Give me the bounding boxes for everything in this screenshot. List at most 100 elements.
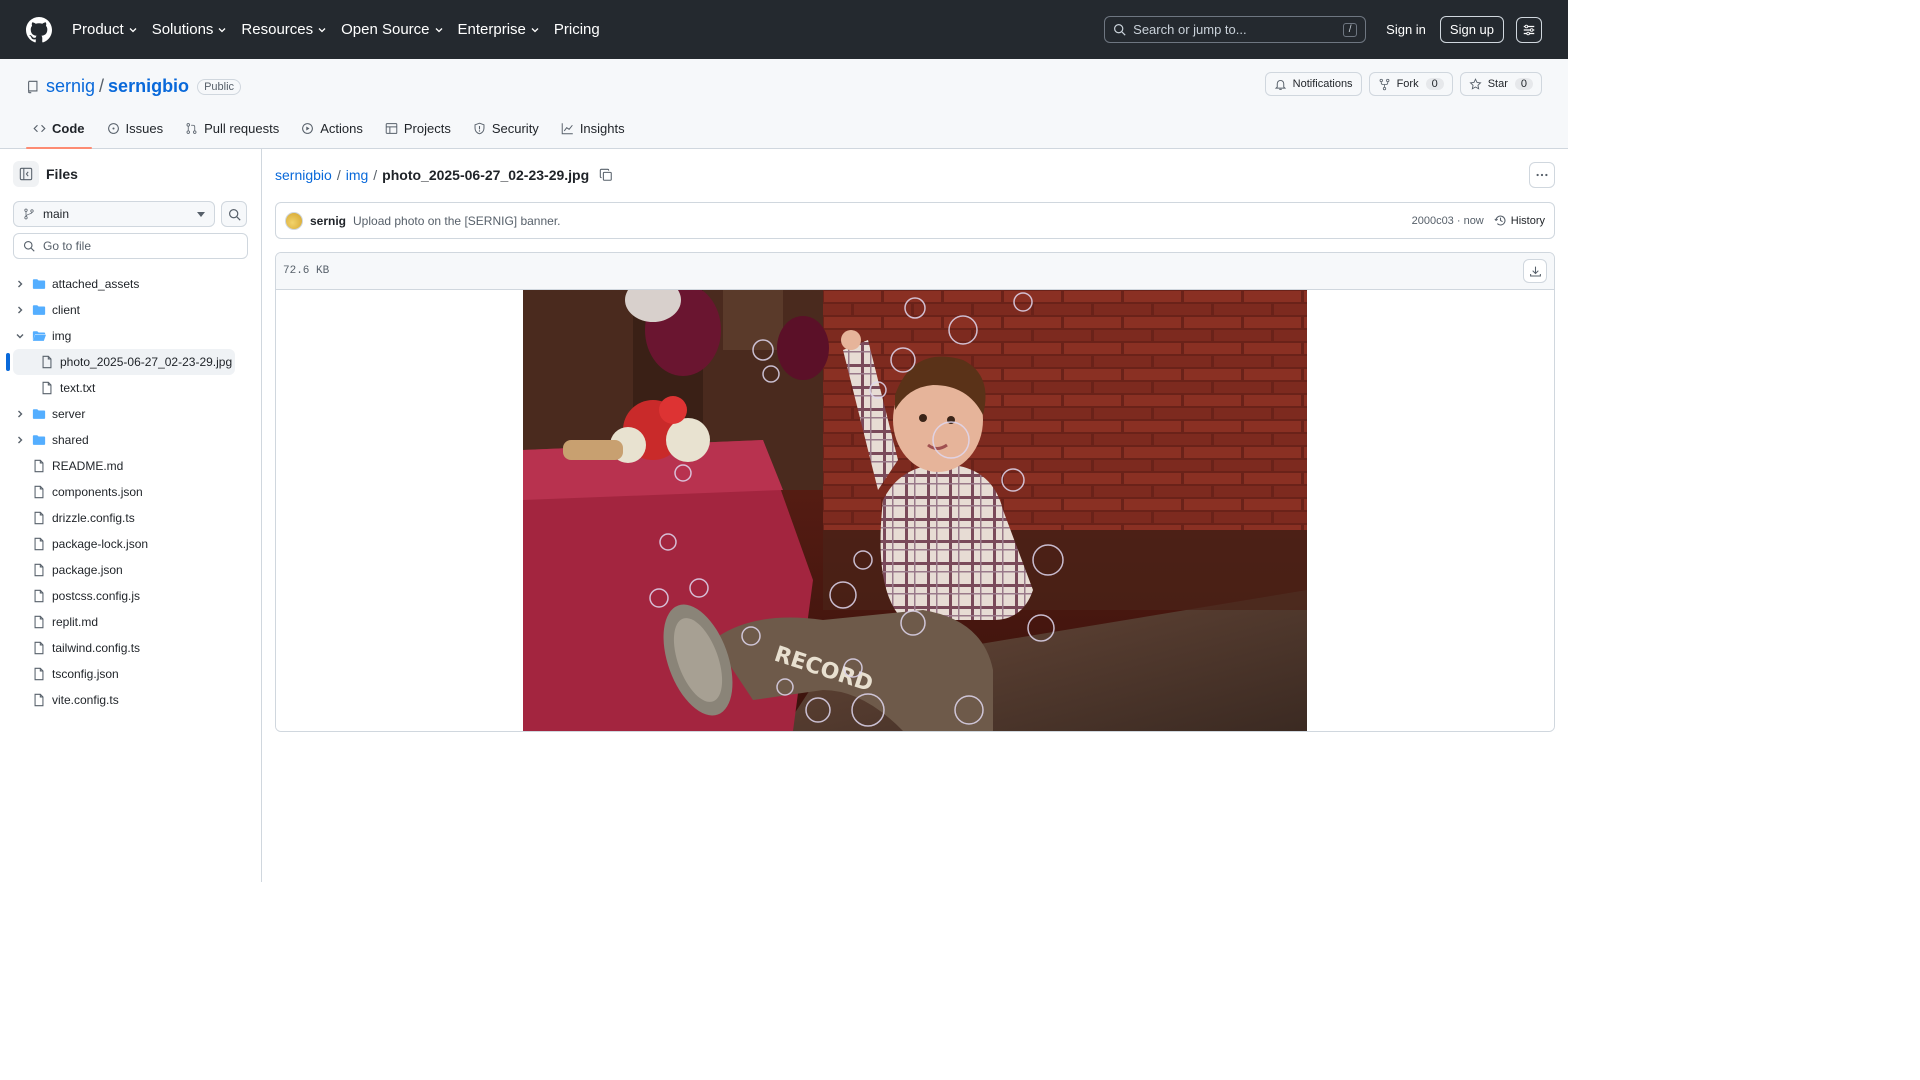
tree-file-item[interactable]: replit.md (13, 609, 248, 635)
tree-item-label: client (52, 303, 81, 317)
search-files-button[interactable] (221, 201, 247, 227)
files-title: Files (46, 166, 78, 182)
tab-pull-requests[interactable]: Pull requests (178, 121, 286, 148)
file-icon (40, 355, 54, 369)
commit-author-link[interactable]: sernig (310, 214, 346, 228)
global-search-input[interactable]: Search or jump to... / (1104, 16, 1367, 43)
file-icon (32, 537, 46, 551)
chevron-down-icon[interactable] (13, 331, 26, 341)
nav-enterprise[interactable]: Enterprise (458, 21, 540, 38)
tab-insights-label: Insights (579, 121, 625, 136)
tree-item-label: tsconfig.json (52, 667, 119, 681)
tab-code[interactable]: Code (26, 121, 92, 149)
star-button[interactable]: Star 0 (1459, 72, 1542, 96)
avatar[interactable] (285, 211, 303, 230)
github-logo-icon[interactable] (26, 16, 52, 43)
file-size: 72.6 KB (283, 265, 330, 277)
nav-pricing[interactable]: Pricing (554, 21, 600, 38)
history-button[interactable]: History (1494, 214, 1545, 227)
kebab-horizontal-icon (1536, 173, 1548, 177)
notifications-button[interactable]: Notifications (1264, 72, 1362, 96)
tree-folder-item[interactable]: client (13, 297, 248, 323)
tree-folder-item[interactable]: img (13, 323, 248, 349)
tree-file-item[interactable]: vite.config.ts (13, 687, 248, 713)
tree-item-label: text.txt (60, 381, 96, 395)
search-icon (23, 240, 35, 252)
branch-selector[interactable]: main (13, 201, 215, 227)
file-icon (32, 459, 46, 473)
repo-header: sernig / sernigbio Public Notifications … (0, 59, 1568, 149)
more-options-button[interactable] (1529, 162, 1555, 188)
star-icon (1469, 77, 1482, 90)
tree-file-item[interactable]: README.md (13, 453, 248, 479)
tab-actions[interactable]: Actions (294, 121, 370, 148)
fork-button[interactable]: Fork 0 (1368, 72, 1453, 96)
nav-open-source[interactable]: Open Source (341, 21, 443, 38)
repo-name-link[interactable]: sernigbio (108, 76, 189, 97)
star-label: Star (1487, 78, 1508, 90)
tab-projects[interactable]: Projects (378, 121, 458, 148)
history-label: History (1510, 214, 1545, 227)
nav-solutions[interactable]: Solutions (152, 21, 228, 38)
fork-count: 0 (1425, 78, 1444, 90)
nav-resources[interactable]: Resources (241, 21, 327, 38)
commit-hash-time[interactable]: 2000c03 · now (1412, 215, 1484, 227)
tab-projects-label: Projects (403, 121, 451, 136)
chevron-right-icon[interactable] (13, 409, 26, 419)
file-icon (32, 485, 46, 499)
chevron-right-icon[interactable] (13, 305, 26, 315)
nav-product[interactable]: Product (72, 21, 138, 38)
collapse-sidebar-button[interactable] (13, 161, 39, 187)
sign-in-link[interactable]: Sign in (1386, 22, 1426, 37)
global-nav: Product Solutions Resources Open Source … (72, 21, 614, 38)
tree-item-label: server (52, 407, 86, 421)
file-icon (32, 589, 46, 603)
go-to-file-input[interactable]: Go to file (13, 233, 248, 259)
tree-item-label: shared (52, 433, 89, 447)
appearance-settings-button[interactable] (1516, 16, 1542, 43)
repo-owner-link[interactable]: sernig (46, 76, 95, 97)
tree-file-item[interactable]: photo_2025-06-27_02-23-29.jpg (6, 349, 235, 375)
tree-folder-item[interactable]: attached_assets (13, 271, 248, 297)
sliders-icon (1523, 24, 1535, 35)
tree-folder-item[interactable]: server (13, 401, 248, 427)
file-icon (40, 381, 54, 395)
breadcrumb-current-file: photo_2025-06-27_02-23-29.jpg (382, 167, 590, 183)
tree-file-item[interactable]: package-lock.json (13, 531, 248, 557)
tree-file-item[interactable]: postcss.config.js (13, 583, 248, 609)
chevron-right-icon[interactable] (13, 279, 26, 289)
tree-file-item[interactable]: drizzle.config.ts (13, 505, 248, 531)
star-count: 0 (1514, 78, 1533, 90)
copy-icon[interactable] (599, 168, 613, 182)
code-icon (33, 124, 46, 133)
file-icon (32, 511, 46, 525)
tree-file-item[interactable]: tailwind.config.ts (13, 635, 248, 661)
tree-file-item[interactable]: tsconfig.json (13, 661, 248, 687)
sign-up-button[interactable]: Sign up (1439, 16, 1504, 43)
file-blob: 72.6 KB RECORD (275, 252, 1555, 732)
search-icon (228, 208, 241, 221)
chevron-down-icon (435, 27, 442, 32)
tree-item-label: vite.config.ts (52, 693, 119, 707)
tree-item-label: tailwind.config.ts (52, 641, 141, 655)
tree-file-item[interactable]: package.json (13, 557, 248, 583)
breadcrumb-separator: / (373, 167, 378, 183)
file-icon (32, 615, 46, 629)
folder-icon (32, 433, 46, 447)
tab-security[interactable]: Security (466, 121, 546, 148)
tree-file-item[interactable]: text.txt (13, 375, 248, 401)
commit-message-link[interactable]: Upload photo on the [SERNIG] banner. (353, 214, 560, 228)
chevron-right-icon[interactable] (13, 435, 26, 445)
breadcrumb-dir-link[interactable]: img (346, 167, 369, 183)
tree-item-label: attached_assets (52, 277, 140, 291)
download-raw-button[interactable] (1523, 259, 1547, 283)
tree-folder-item[interactable]: shared (13, 427, 248, 453)
repo-actions: Notifications Fork 0 Star 0 (1258, 72, 1542, 96)
chevron-down-icon (531, 27, 539, 32)
photo-image: RECORD (523, 290, 1307, 731)
tab-insights[interactable]: Insights (554, 121, 632, 148)
history-icon (1494, 215, 1506, 226)
tree-file-item[interactable]: components.json (13, 479, 248, 505)
breadcrumb-repo-link[interactable]: sernigbio (275, 167, 332, 183)
tab-issues[interactable]: Issues (100, 121, 171, 148)
